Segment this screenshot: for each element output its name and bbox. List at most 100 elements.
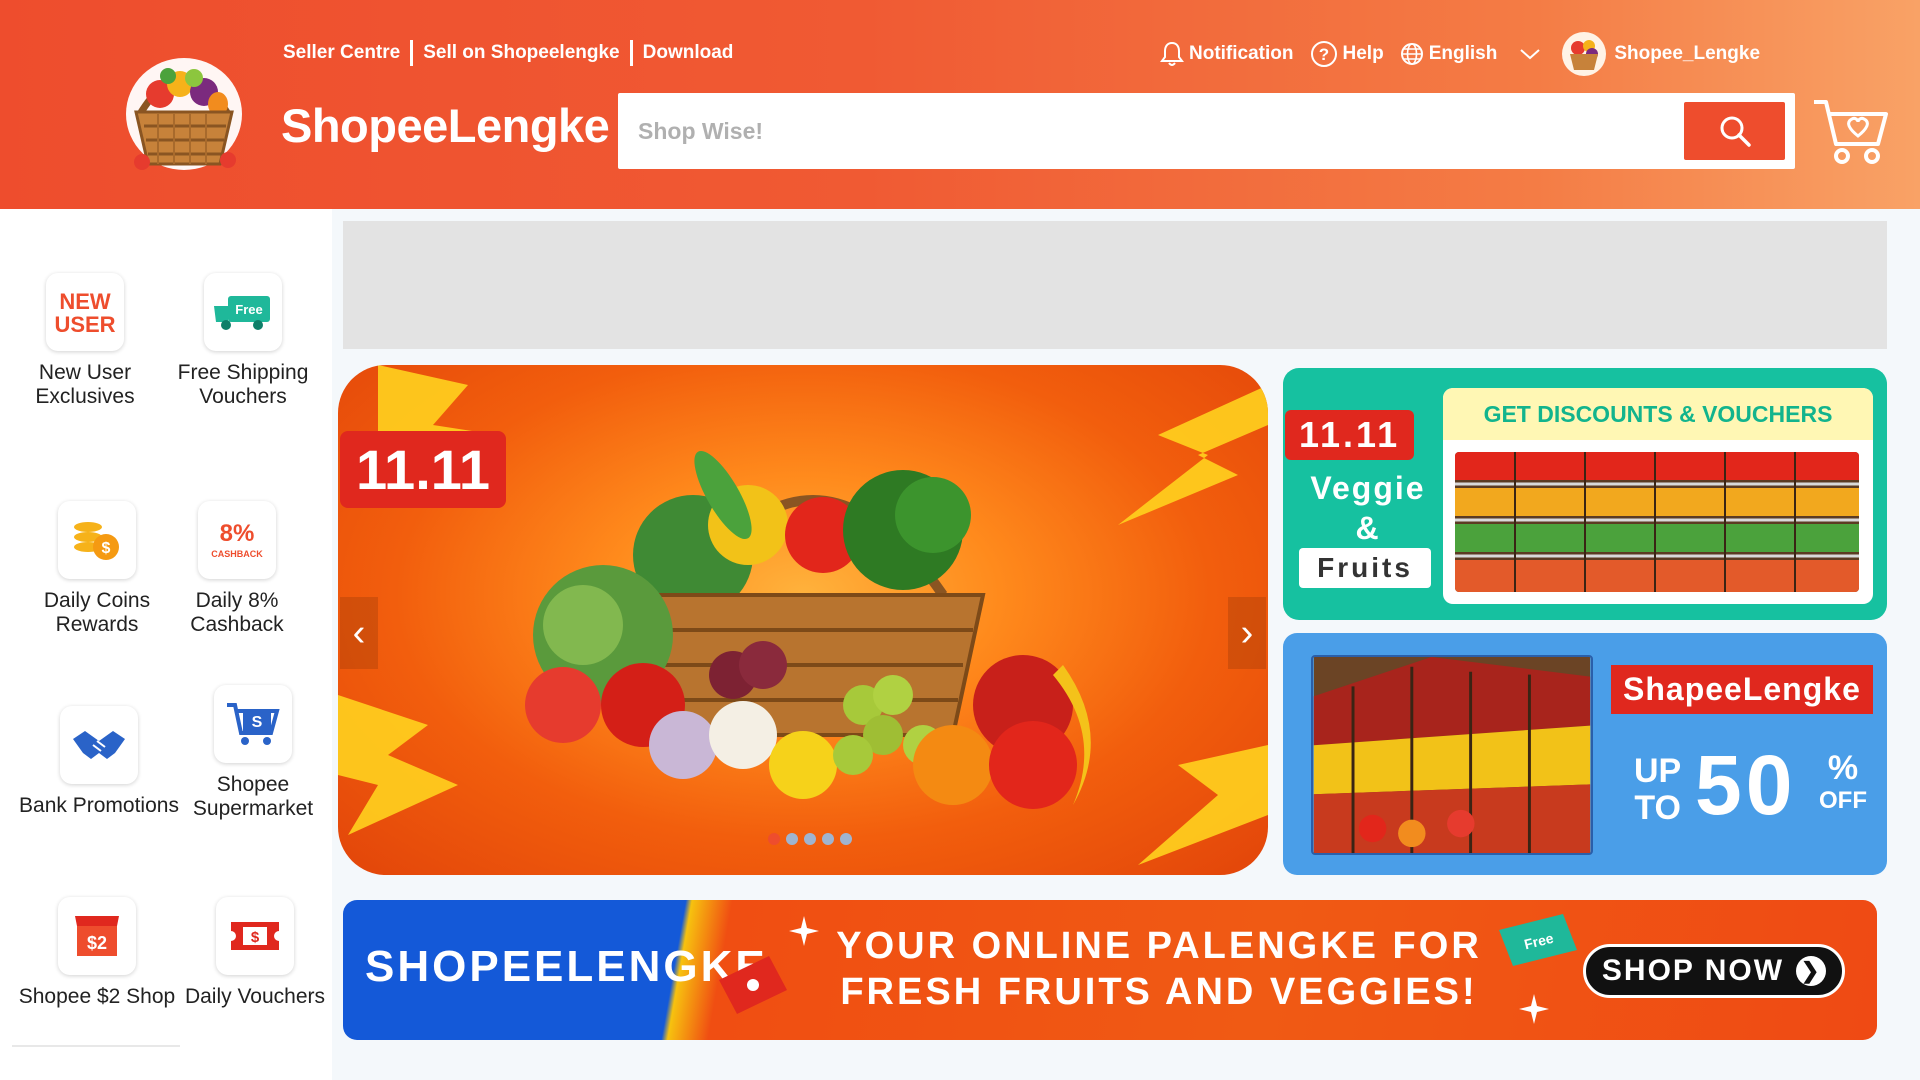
free-shipping-truck-icon: Free	[204, 273, 282, 351]
sidebar-item-cashback[interactable]: 8% CASHBACK Daily 8% Cashback	[152, 501, 322, 637]
tagline-line-1: YOUR ONLINE PALENGKE FOR	[836, 925, 1482, 967]
to-label: TO	[1634, 789, 1681, 828]
sidebar-divider	[12, 1045, 180, 1047]
sell-on-link[interactable]: Sell on Shopeelengke	[423, 42, 619, 64]
svg-text:NEW: NEW	[59, 289, 111, 314]
ad-placeholder[interactable]	[343, 221, 1887, 349]
banner-brand: SHOPEELENGKE	[365, 942, 768, 991]
bell-icon	[1160, 41, 1184, 66]
hero-carousel[interactable]: 11.11 ‹ ›	[338, 365, 1268, 875]
promo-fifty-off[interactable]: ShapeeLengke UP TO 50 % OFF	[1283, 633, 1887, 875]
carousel-next-button[interactable]: ›	[1228, 597, 1266, 669]
svg-text:$2: $2	[87, 933, 107, 953]
carousel-dot[interactable]	[840, 833, 852, 845]
sparkle-icon	[1519, 994, 1549, 1024]
help-label: Help	[1342, 43, 1384, 64]
free-tag-icon: Free	[1499, 914, 1577, 966]
svg-text:USER: USER	[54, 312, 115, 337]
sidebar-item-label: Bank Promotions	[19, 794, 179, 817]
carousel-dot[interactable]	[768, 833, 780, 845]
promo-brand: ShapeeLengke	[1611, 665, 1873, 714]
handshake-icon	[60, 706, 138, 784]
sidebar: NEW USER New User Exclusives Free Free S…	[0, 209, 332, 1080]
discount-card: GET DISCOUNTS & VOUCHERS	[1443, 388, 1873, 604]
sidebar-item-label: Shopee Supermarket	[192, 773, 314, 821]
language-label: English	[1428, 43, 1498, 64]
fruit-basket-logo-icon[interactable]	[108, 34, 260, 189]
divider	[629, 40, 633, 66]
supermarket-cart-icon: S	[214, 685, 292, 763]
avatar	[1562, 32, 1607, 76]
arrow-right-icon: ❯	[1796, 956, 1827, 986]
carousel-dot[interactable]	[822, 833, 834, 845]
promo-veggie-fruits[interactable]: 11.11 Veggie & Fruits GET DISCOUNTS & VO…	[1283, 368, 1887, 620]
seller-centre-link[interactable]: Seller Centre	[283, 42, 400, 64]
svg-text:$: $	[102, 540, 111, 557]
sidebar-item-bank-promotions[interactable]: Bank Promotions	[14, 706, 184, 818]
help-link[interactable]: ? Help	[1310, 40, 1384, 68]
divider	[410, 40, 414, 66]
sidebar-item-new-user[interactable]: NEW USER New User Exclusives	[0, 273, 170, 409]
shop-now-banner[interactable]: SHOPEELENGKE YOUR ONLINE PALENGKE FOR FR…	[343, 900, 1877, 1040]
ampersand-label: &	[1355, 510, 1381, 546]
promo-veggie-text: Veggie &	[1283, 468, 1453, 548]
carousel-dot[interactable]	[786, 833, 798, 845]
sidebar-item-daily-vouchers[interactable]: $ Daily Vouchers	[170, 897, 340, 1009]
sidebar-item-label: Daily 8% Cashback	[190, 589, 284, 637]
sidebar-item-free-shipping[interactable]: Free Free Shipping Vouchers	[158, 273, 328, 409]
produce-shelf-image	[1455, 452, 1859, 592]
vegetable-basket-image	[525, 450, 1091, 809]
percent-sign: %	[1827, 749, 1859, 787]
search-icon	[1720, 116, 1751, 147]
help-icon: ?	[1310, 41, 1337, 67]
shop-now-label: SHOP NOW	[1601, 954, 1785, 987]
sidebar-item-label: New User Exclusives	[35, 361, 135, 409]
discount-card-title: GET DISCOUNTS & VOUCHERS	[1443, 388, 1873, 440]
sidebar-item-two-dollar-shop[interactable]: $2 Shopee $2 Shop	[12, 897, 182, 1009]
veggie-label: Veggie	[1310, 470, 1426, 506]
brand-name[interactable]: ShopeeLengke	[281, 98, 610, 153]
sale-badge: 11.11	[1285, 410, 1415, 460]
download-link[interactable]: Download	[643, 42, 734, 64]
header: ShopeeLengke Seller Centre Sell on Shope…	[0, 0, 1920, 209]
svg-text:CASHBACK: CASHBACK	[211, 549, 263, 559]
search-button[interactable]	[1684, 102, 1785, 160]
market-stall-image	[1311, 655, 1593, 855]
coins-icon: $	[58, 501, 136, 579]
carousel-prev-button[interactable]: ‹	[340, 597, 378, 669]
percent-off: % OFF	[1819, 751, 1867, 813]
top-links: Seller Centre Sell on Shopeelengke Downl…	[283, 40, 733, 66]
svg-text:8%: 8%	[220, 520, 255, 547]
new-user-icon: NEW USER	[46, 273, 124, 351]
sparkle-icon	[789, 916, 819, 946]
username: Shopee_Lengke	[1614, 43, 1761, 64]
chevron-down-icon	[1520, 49, 1540, 60]
off-label: OFF	[1819, 787, 1867, 814]
shopping-cart-icon[interactable]	[1812, 96, 1888, 166]
notification-link[interactable]: Notification	[1160, 41, 1294, 67]
top-right-nav: Notification ? Help English Shopee_Lengk…	[1160, 32, 1776, 76]
svg-text:Free: Free	[235, 302, 262, 317]
notification-label: Notification	[1189, 43, 1294, 64]
sidebar-item-supermarket[interactable]: S Shopee Supermarket	[168, 685, 338, 821]
discount-value: 50	[1695, 738, 1797, 832]
sidebar-item-label: Shopee $2 Shop	[18, 985, 176, 1008]
up-label: UP	[1634, 752, 1682, 790]
fruits-label: Fruits	[1299, 548, 1431, 588]
voucher-ticket-icon	[719, 956, 787, 1014]
user-account[interactable]: Shopee_Lengke	[1562, 32, 1760, 76]
svg-text:?: ?	[1318, 45, 1328, 64]
cashback-icon: 8% CASHBACK	[198, 501, 276, 579]
svg-text:S: S	[252, 714, 263, 731]
language-selector[interactable]: English	[1400, 42, 1547, 66]
carousel-dot[interactable]	[804, 833, 816, 845]
shop-now-button[interactable]: SHOP NOW ❯	[1583, 944, 1845, 998]
tagline-line-2: FRESH FRUITS AND VEGGIES!	[840, 970, 1478, 1013]
carousel-dots	[768, 833, 858, 845]
svg-text:$: $	[251, 929, 260, 946]
search-input[interactable]	[638, 93, 1638, 169]
globe-icon	[1400, 43, 1423, 65]
sidebar-item-label: Free Shipping Vouchers	[177, 361, 309, 409]
voucher-ticket-icon: $	[216, 897, 294, 975]
up-to-label: UP TO	[1634, 752, 1682, 828]
